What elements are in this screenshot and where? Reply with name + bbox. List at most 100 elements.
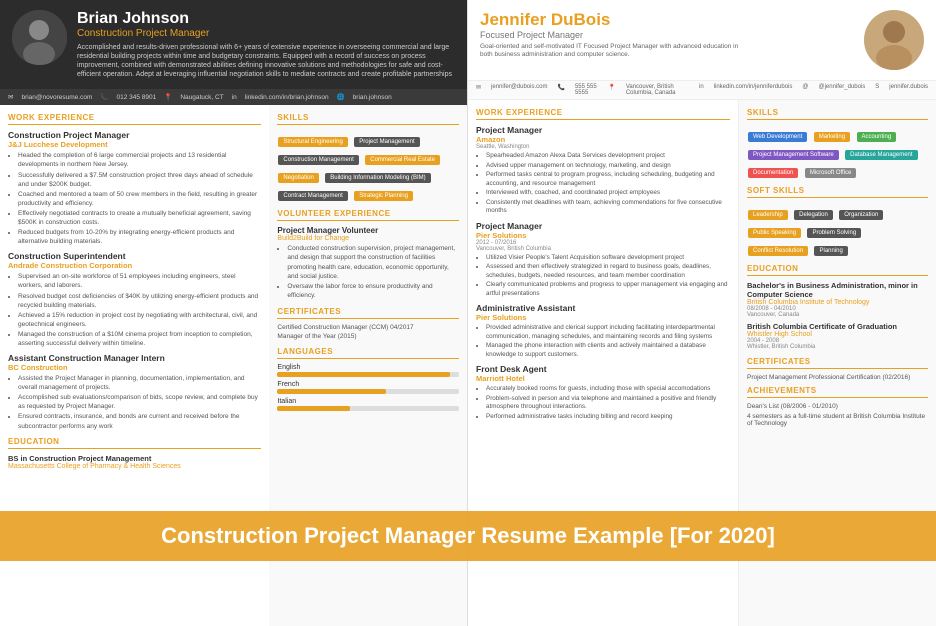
left-volunteer-org: Build2Build for Change xyxy=(277,235,459,242)
right-skills-section-title: SKILLS xyxy=(747,108,928,120)
right-job4-title: Front Desk Agent xyxy=(476,364,730,374)
skill-tag: Conflict Resolution xyxy=(748,246,808,256)
list-item: Performed tasks central to program progr… xyxy=(486,171,730,188)
left-job1-company: J&J Lucchese Development xyxy=(8,140,261,149)
right-edu2-degree: British Columbia Certificate of Graduati… xyxy=(747,322,928,331)
left-job-1: Construction Project Manager J&J Lucches… xyxy=(8,130,261,246)
skill-tag: Accounting xyxy=(857,132,897,142)
right-job2-company: Pier Solutions xyxy=(476,231,730,240)
skill-tag: Leadership xyxy=(748,210,788,220)
list-item: Managed the construction of a $10M cinem… xyxy=(18,330,261,348)
left-edu-degree: BS in Construction Project Management xyxy=(8,454,261,463)
right-header: Jennifer DuBois Focused Project Manager … xyxy=(468,0,936,81)
left-job3-desc: Assisted the Project Manager in planning… xyxy=(8,374,261,431)
lang-bar-fill xyxy=(277,406,350,411)
skill-tag: Database Management xyxy=(845,150,917,160)
left-location: Naugatuck, CT xyxy=(180,94,223,101)
list-item: Supervised an on-site workforce of 51 em… xyxy=(18,272,261,290)
left-skills-section-title: SKILLS xyxy=(277,113,459,125)
skill-tag: Construction Management xyxy=(278,155,358,165)
left-lang-english: English xyxy=(277,364,459,377)
right-achievements-section-title: ACHIEVEMENTS xyxy=(747,386,928,398)
list-item: Headed the completion of 6 large commerc… xyxy=(18,151,261,169)
left-job1-title: Construction Project Manager xyxy=(8,130,261,140)
right-job1-company: Amazon xyxy=(476,135,730,144)
list-item: Oversaw the labor force to ensure produc… xyxy=(287,282,459,300)
left-lang-italian: Italian xyxy=(277,398,459,411)
left-header: Brian Johnson Construction Project Manag… xyxy=(0,0,467,89)
left-phone: 012 345 8901 xyxy=(116,94,156,101)
left-job3-title: Assistant Construction Manager Intern xyxy=(8,353,261,363)
left-name: Brian Johnson xyxy=(77,10,455,28)
skill-tag: Documentation xyxy=(748,168,798,178)
right-job2-title: Project Manager xyxy=(476,221,730,231)
left-lang-section-title: LANGUAGES xyxy=(277,347,459,359)
list-item: Reduced budgets from 10-20% by integrati… xyxy=(18,228,261,246)
left-cert-1: Certified Construction Manager (CCM) 04/… xyxy=(277,324,459,331)
list-item: Advised upper management on technology, … xyxy=(486,162,730,171)
right-cert-1: Project Management Professional Certific… xyxy=(747,374,928,381)
right-header-text-wrap: Jennifer DuBois Focused Project Manager … xyxy=(480,10,854,60)
right-soft-skills-tags: Leadership Delegation Organization Publi… xyxy=(747,203,928,257)
right-job-1: Project Manager Amazon Seattle, Washingt… xyxy=(476,125,730,216)
left-avatar xyxy=(12,10,67,65)
right-title: Focused Project Manager xyxy=(480,30,854,40)
right-job3-title: Administrative Assistant xyxy=(476,303,730,313)
left-job1-desc: Headed the completion of 6 large commerc… xyxy=(8,151,261,246)
left-title: Construction Project Manager xyxy=(77,28,455,39)
right-edu1-loc: Vancouver, Canada xyxy=(747,312,928,318)
right-skype: jennifer.dubois xyxy=(889,84,928,96)
lang-name: English xyxy=(277,364,459,371)
left-cert-section-title: CERTIFICATES xyxy=(277,307,459,319)
right-job-2: Project Manager Pier Solutions 2012 - 07… xyxy=(476,221,730,299)
list-item: Interviewed with, coached, and coordinat… xyxy=(486,189,730,198)
lang-bar-fill xyxy=(277,389,386,394)
left-job3-company: BC Construction xyxy=(8,363,261,372)
skill-tag: Project Management Software xyxy=(748,150,839,160)
left-cert-2: Manager of the Year (2015) xyxy=(277,333,459,340)
left-edu-school: Massachusetts College of Pharmacy & Heal… xyxy=(8,463,261,470)
left-work-section-title: WoRK EXPERIENCE xyxy=(8,113,261,125)
lang-bar-bg xyxy=(277,389,459,394)
right-achievement-1: Dean's List (08/2006 - 01/2010) xyxy=(747,403,928,410)
right-edu-2: British Columbia Certificate of Graduati… xyxy=(747,322,928,350)
right-job3-company: Pier Solutions xyxy=(476,313,730,322)
list-item: Spearheaded Amazon Alexa Data Services d… xyxy=(486,152,730,161)
left-volunteer-title: Project Manager Volunteer xyxy=(277,226,459,235)
list-item: Successfully delivered a $7.5M construct… xyxy=(18,171,261,189)
left-summary: Accomplished and results-driven professi… xyxy=(77,43,455,79)
lang-bar-bg xyxy=(277,406,459,411)
left-job-3: Assistant Construction Manager Intern BC… xyxy=(8,353,261,431)
list-item: Conducted construction supervision, proj… xyxy=(287,244,459,280)
right-name-plain: ennifer DuBois xyxy=(489,10,610,29)
left-website: brian.johnson xyxy=(353,94,392,101)
right-linkedin-icon: in xyxy=(699,84,704,96)
overlay-banner: Construction Project Manager Resume Exam… xyxy=(0,511,936,561)
skill-tag: Negotiation xyxy=(278,173,318,183)
skill-tag: Problem Solving xyxy=(807,228,861,238)
page-container: Brian Johnson Construction Project Manag… xyxy=(0,0,936,626)
right-edu2-school: Whistler High School xyxy=(747,331,928,338)
skill-tag: Strategic Planning xyxy=(354,191,413,201)
right-job3-desc: Provided administrative and clerical sup… xyxy=(476,324,730,359)
skill-tag: Microsoft Office xyxy=(805,168,857,178)
right-header-text: Jennifer DuBois Focused Project Manager … xyxy=(480,10,854,60)
skill-tag: Project Management xyxy=(354,137,419,147)
list-item: Resolved budget cost deficiencies of $40… xyxy=(18,292,261,310)
skill-tag: Contract Management xyxy=(278,191,347,201)
list-item: Performed administrative tasks including… xyxy=(486,413,730,422)
left-location-icon: 📍 xyxy=(164,93,172,101)
right-job2-desc: Utilized Visier People's Talent Acquisit… xyxy=(476,254,730,299)
left-web-icon: 🌐 xyxy=(337,93,345,101)
list-item: Ensured contracts, insurance, and bonds … xyxy=(18,412,261,430)
list-item: Assessed and then effectively strategize… xyxy=(486,263,730,280)
right-contact-bar: ✉ jennifer@dubois.com 📞 555 555 5555 📍 V… xyxy=(468,81,936,100)
right-email: jennifer@dubois.com xyxy=(491,84,547,96)
right-achievement-2: 4 semesters as a full-time student at Br… xyxy=(747,413,928,427)
left-job2-company: Andrade Construction Corporation xyxy=(8,261,261,270)
skill-tag: Organization xyxy=(839,210,883,220)
left-volunteer-desc: Conducted construction supervision, proj… xyxy=(277,244,459,300)
right-linkedin: linkedin.com/in/jenniferdubois xyxy=(714,84,793,96)
right-location: Vancouver, British Columbia, Canada xyxy=(626,84,689,96)
list-item: Managed the phone interaction with clien… xyxy=(486,342,730,359)
